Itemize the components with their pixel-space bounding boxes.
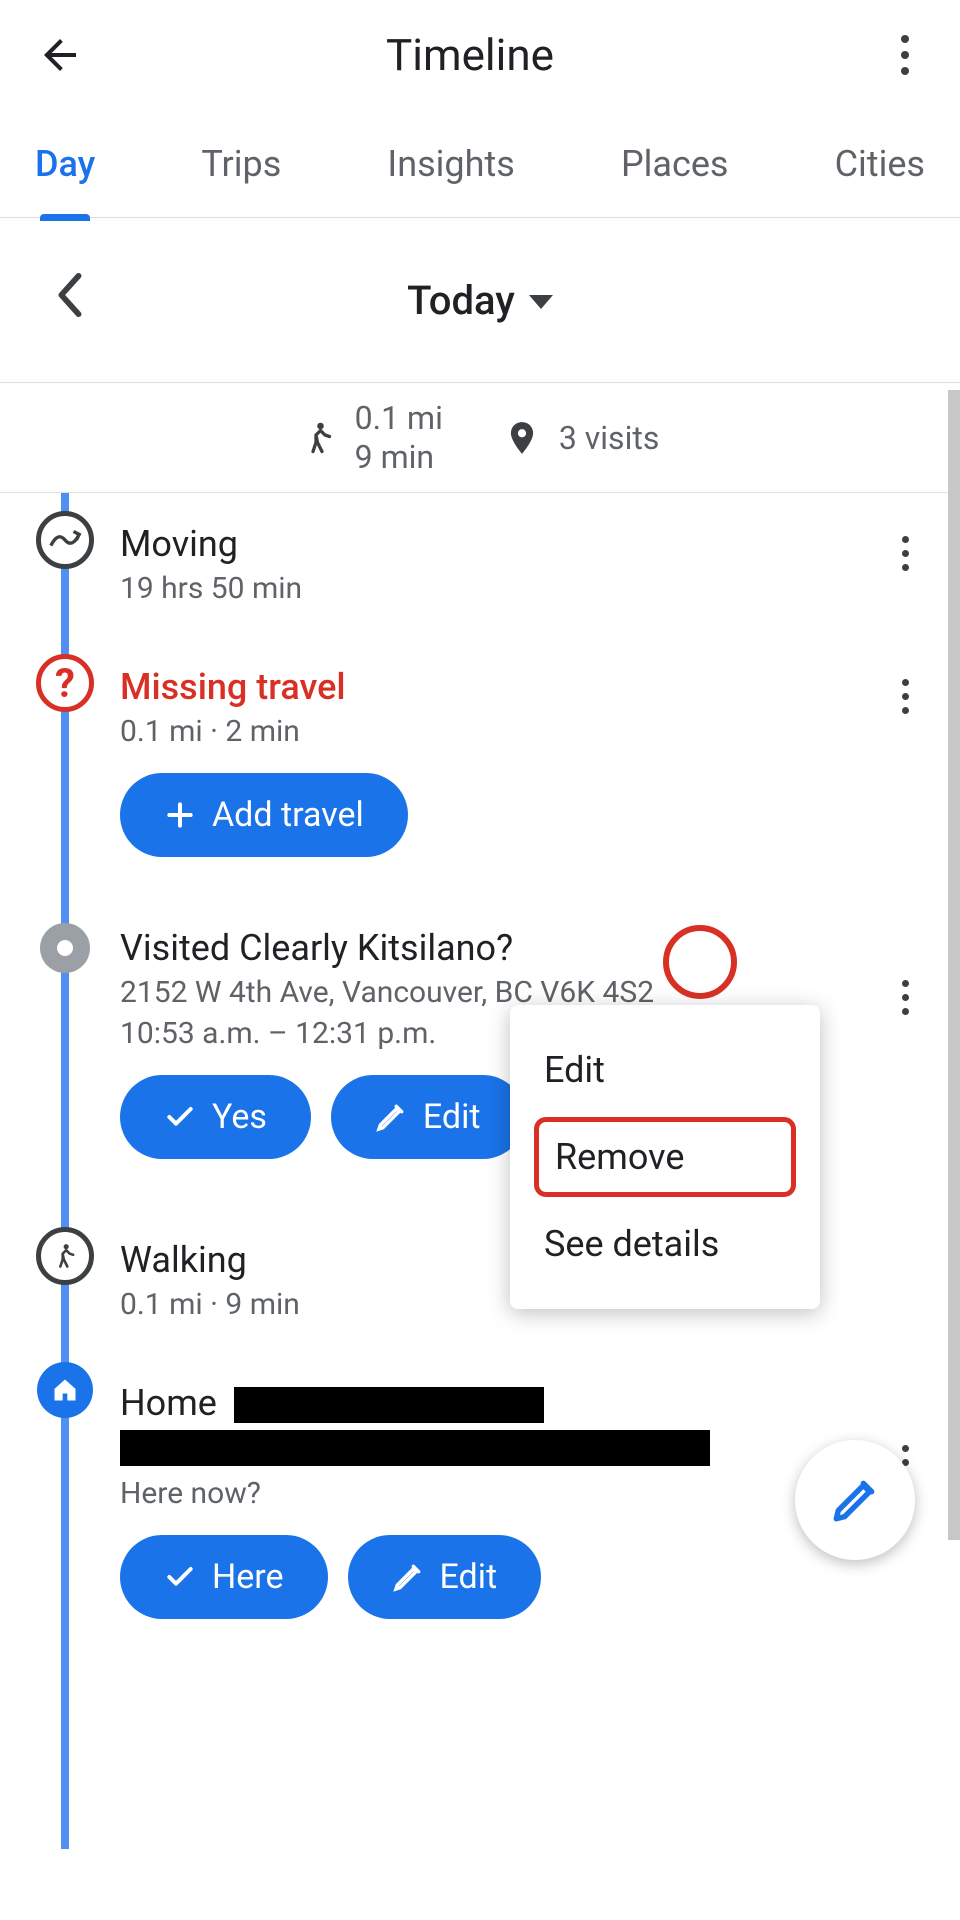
menu-see-details[interactable]: See details: [510, 1197, 820, 1291]
missing-node: ?: [36, 654, 94, 712]
tab-cities[interactable]: Cities: [835, 113, 925, 215]
home-here-button[interactable]: Here: [120, 1535, 328, 1619]
pencil-icon: [375, 1101, 407, 1133]
plus-icon: [164, 799, 196, 831]
chevron-left-icon: [55, 272, 83, 318]
day-summary: 0.1 mi 9 min 3 visits: [0, 383, 960, 493]
walking-icon: [51, 1237, 79, 1275]
visited-yes-label: Yes: [212, 1097, 267, 1137]
edit-fab[interactable]: [795, 1440, 915, 1560]
tab-trips[interactable]: Trips: [201, 113, 281, 215]
check-icon: [164, 1101, 196, 1133]
visited-title: Visited Clearly Kitsilano?: [120, 927, 880, 969]
moving-more-button[interactable]: [880, 523, 930, 583]
summary-visits-label: 3 visits: [559, 419, 659, 457]
timeline-item-missing: ? Missing travel 0.1 mi · 2 min Add trav…: [0, 636, 960, 897]
date-prev-button[interactable]: [55, 272, 83, 328]
pencil-icon: [392, 1561, 424, 1593]
visited-edit-label: Edit: [423, 1097, 481, 1137]
home-node: [37, 1362, 93, 1418]
visited-more-button[interactable]: [880, 967, 930, 1027]
activity-icon: [48, 528, 82, 552]
home-title: Home: [120, 1382, 880, 1424]
home-here-label: Here: [212, 1557, 284, 1597]
scrollbar[interactable]: [948, 390, 960, 1540]
summary-duration: 9 min: [355, 438, 443, 476]
tabs: Day Trips Insights Places Cities: [0, 110, 960, 218]
redacted-text: [234, 1387, 544, 1423]
home-icon: [51, 1376, 79, 1404]
header-more-button[interactable]: [880, 25, 930, 85]
moving-sub: 19 hrs 50 min: [120, 571, 880, 606]
visited-edit-button[interactable]: Edit: [331, 1075, 525, 1159]
menu-edit[interactable]: Edit: [510, 1023, 820, 1117]
moving-title: Moving: [120, 523, 880, 565]
missing-sub: 0.1 mi · 2 min: [120, 714, 880, 749]
moving-node: [36, 511, 94, 569]
tab-day[interactable]: Day: [35, 113, 95, 215]
timeline-item-moving: Moving 19 hrs 50 min: [0, 493, 960, 636]
summary-visits: 3 visits: [503, 414, 659, 462]
pin-icon: [503, 414, 541, 462]
visited-yes-button[interactable]: Yes: [120, 1075, 311, 1159]
date-nav: Today: [0, 218, 960, 383]
summary-walking: 0.1 mi 9 min: [301, 399, 443, 476]
check-icon: [164, 1561, 196, 1593]
visited-node: [40, 923, 90, 973]
page-title: Timeline: [60, 29, 880, 81]
tab-insights[interactable]: Insights: [387, 113, 514, 215]
missing-title: Missing travel: [120, 666, 880, 708]
context-menu: Edit Remove See details: [510, 1005, 820, 1309]
pencil-icon: [830, 1475, 880, 1525]
add-travel-label: Add travel: [212, 795, 364, 835]
home-edit-button[interactable]: Edit: [348, 1535, 542, 1619]
chevron-down-icon: [529, 295, 553, 309]
menu-remove[interactable]: Remove: [534, 1117, 796, 1197]
add-travel-button[interactable]: Add travel: [120, 773, 408, 857]
tab-places[interactable]: Places: [621, 113, 729, 215]
walking-node: [36, 1227, 94, 1285]
home-edit-label: Edit: [440, 1557, 498, 1597]
date-selector[interactable]: Today: [407, 277, 553, 324]
home-here-now: Here now?: [120, 1476, 880, 1511]
summary-distance: 0.1 mi: [355, 399, 443, 437]
redacted-text: [120, 1430, 710, 1466]
date-label: Today: [407, 277, 515, 324]
app-header: Timeline: [0, 0, 960, 110]
missing-more-button[interactable]: [880, 666, 930, 726]
walking-icon: [301, 415, 337, 461]
